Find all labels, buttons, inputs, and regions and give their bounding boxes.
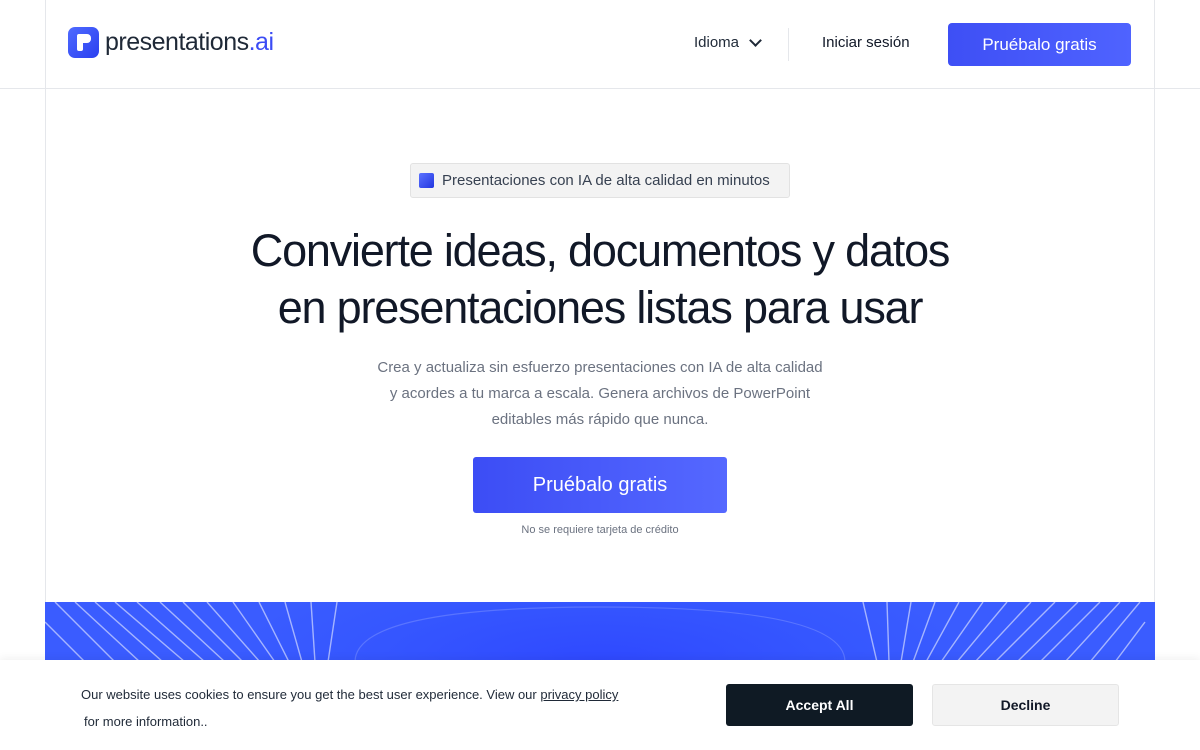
accept-all-button[interactable]: Accept All bbox=[726, 684, 913, 726]
site-header: presentations.ai Idioma Iniciar sesión P… bbox=[0, 0, 1200, 89]
hero-badge: Presentaciones con IA de alta calidad en… bbox=[410, 163, 790, 198]
privacy-policy-link[interactable]: privacy policy bbox=[540, 687, 618, 702]
hero-headline-line-1: Convierte ideas, documentos y datos bbox=[250, 225, 951, 276]
cookie-message-text: Our website uses cookies to ensure you g… bbox=[81, 687, 541, 702]
nav-divider bbox=[788, 28, 789, 61]
hero-headline-line-2: en presentaciones listas para usar bbox=[277, 282, 924, 333]
decorative-lines bbox=[45, 602, 1146, 662]
decline-button[interactable]: Decline bbox=[932, 684, 1119, 726]
cookie-message-text-end: for more information.. bbox=[84, 714, 208, 729]
language-label: Idioma bbox=[694, 34, 740, 51]
hero-try-free-button[interactable]: Pruébalo gratis bbox=[473, 457, 727, 513]
language-selector[interactable]: Idioma bbox=[694, 33, 762, 51]
cookie-consent-banner: Our website uses cookies to ensure you g… bbox=[0, 660, 1200, 750]
hero-badge-text: Presentaciones con IA de alta calidad en… bbox=[442, 172, 770, 189]
hero-subtitle-line-2: y acordes a tu marca a escala. Genera ar… bbox=[389, 385, 811, 402]
chevron-down-icon bbox=[749, 33, 762, 47]
cookie-message: Our website uses cookies to ensure you g… bbox=[81, 681, 681, 735]
no-credit-card-note: No se requiere tarjeta de crédito bbox=[521, 524, 679, 536]
presentations-logo-icon bbox=[68, 27, 99, 58]
hero-visual-banner bbox=[45, 602, 1155, 662]
logo-text: presentations.ai bbox=[105, 28, 274, 56]
logo[interactable]: presentations.ai bbox=[68, 27, 274, 58]
login-link[interactable]: Iniciar sesión bbox=[822, 34, 910, 51]
hero-subtitle-line-1: Crea y actualiza sin esfuerzo presentaci… bbox=[377, 359, 823, 376]
hero-subtitle-line-3: editables más rápido que nunca. bbox=[491, 411, 709, 428]
square-badge-icon bbox=[419, 173, 434, 188]
header-try-free-button[interactable]: Pruébalo gratis bbox=[948, 23, 1131, 66]
